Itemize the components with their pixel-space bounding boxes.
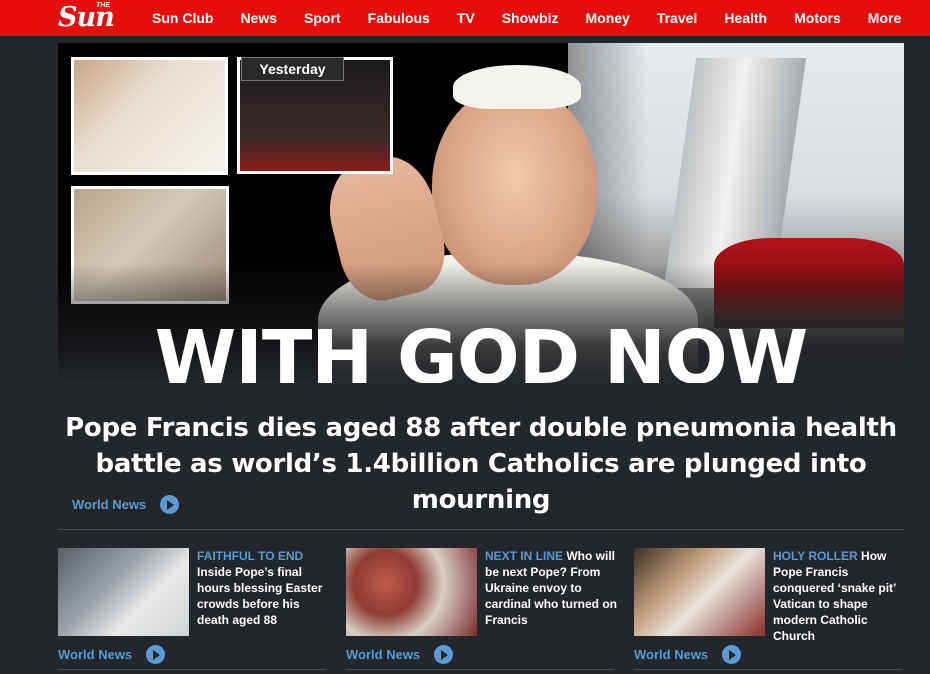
yesterday-badge: Yesterday bbox=[241, 57, 344, 81]
pope-face bbox=[432, 85, 597, 285]
nav-link-money[interactable]: Money bbox=[585, 10, 629, 26]
story-kicker: HOLY ROLLER bbox=[773, 549, 858, 563]
story-headline[interactable]: NEXT IN LINE Who will be next Pope? From… bbox=[485, 548, 620, 628]
the-sun-logo[interactable]: THE Sun bbox=[58, 2, 115, 33]
story-headline[interactable]: FAITHFUL TO END Inside Pope’s final hour… bbox=[197, 548, 332, 628]
nav-link-sport[interactable]: Sport bbox=[304, 10, 341, 26]
nav-link-tv[interactable]: TV bbox=[457, 10, 475, 26]
card-divider bbox=[346, 669, 614, 670]
top-navigation: THE Sun Sun Club News Sport Fabulous TV … bbox=[0, 0, 930, 36]
play-icon bbox=[160, 495, 180, 514]
nav-link-news[interactable]: News bbox=[240, 10, 277, 26]
play-icon bbox=[434, 645, 454, 664]
story-section-label: World News bbox=[58, 647, 133, 662]
nav-link-more[interactable]: More bbox=[868, 10, 901, 26]
story-kicker: NEXT IN LINE bbox=[485, 549, 564, 563]
nav-link-travel[interactable]: Travel bbox=[657, 10, 697, 26]
story-section-label: World News bbox=[634, 647, 709, 662]
hero-headline[interactable]: WITH GOD NOW bbox=[58, 315, 904, 383]
hero-image[interactable]: Yesterday WITH GOD NOW bbox=[58, 43, 904, 383]
story-image[interactable] bbox=[58, 548, 189, 636]
hero-subheadline[interactable]: Pope Francis dies aged 88 after double p… bbox=[58, 410, 904, 518]
hero-section-link[interactable]: World News bbox=[72, 495, 180, 514]
story-text: How Pope Francis conquered ‘snake pit’ V… bbox=[773, 549, 896, 643]
hero-section-label: World News bbox=[72, 497, 147, 512]
story-section-link[interactable]: World News bbox=[58, 645, 166, 664]
pope-zucchetto bbox=[453, 65, 581, 109]
card-divider bbox=[58, 669, 326, 670]
nav-link-sun-club[interactable]: Sun Club bbox=[152, 10, 213, 26]
nav-link-health[interactable]: Health bbox=[724, 10, 767, 26]
play-icon bbox=[146, 645, 166, 664]
nav-link-motors[interactable]: Motors bbox=[794, 10, 841, 26]
story-kicker: FAITHFUL TO END bbox=[197, 549, 304, 563]
inset-photo-meeting bbox=[71, 57, 228, 175]
nav-link-fabulous[interactable]: Fabulous bbox=[368, 10, 430, 26]
story-image[interactable] bbox=[634, 548, 765, 636]
story-image[interactable] bbox=[346, 548, 477, 636]
story-headline[interactable]: HOLY ROLLER How Pope Francis conquered ‘… bbox=[773, 548, 908, 644]
logo-the-text: THE bbox=[96, 2, 110, 9]
card-divider bbox=[634, 669, 902, 670]
story-text: Inside Pope’s final hours blessing Easte… bbox=[197, 565, 323, 627]
story-section-link[interactable]: World News bbox=[634, 645, 742, 664]
story-section-label: World News bbox=[346, 647, 421, 662]
section-divider bbox=[58, 529, 904, 530]
play-icon bbox=[722, 645, 742, 664]
nav-links: Sun Club News Sport Fabulous TV Showbiz … bbox=[152, 0, 901, 36]
story-section-link[interactable]: World News bbox=[346, 645, 454, 664]
nav-link-showbiz[interactable]: Showbiz bbox=[502, 10, 559, 26]
